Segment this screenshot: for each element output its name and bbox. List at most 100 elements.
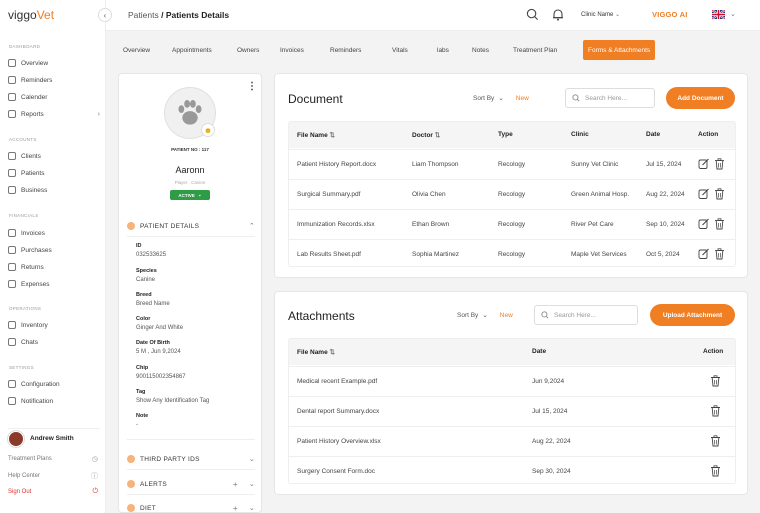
delete-icon[interactable] <box>714 248 725 260</box>
field-label: ID <box>136 243 142 249</box>
sidebar-item-calender[interactable]: Calender <box>8 91 100 103</box>
tab-forms-attachments[interactable]: Forms & Attachments <box>583 40 656 60</box>
sidebar-item-notification[interactable]: Notification <box>8 395 100 407</box>
chevron-down-icon: ⌄ <box>197 192 202 197</box>
file-name-cell[interactable]: Dental report Summary.docx <box>297 408 379 415</box>
sidebar-item-returns[interactable]: Returns <box>8 261 100 273</box>
edit-icon[interactable] <box>698 158 709 170</box>
status-badge[interactable]: ACTIVE ⌄ <box>170 190 210 200</box>
column-header-file-name[interactable]: File Name ⇅ <box>297 131 335 139</box>
field-label: Date Of Birth <box>136 340 170 346</box>
sort-by-dropdown[interactable]: Sort By ⌄ New <box>473 94 529 103</box>
date-cell: Aug 22, 2024 <box>646 191 685 198</box>
delete-icon[interactable] <box>710 465 721 477</box>
sidebar-item-configuration[interactable]: Configuration <box>8 378 100 390</box>
field-value: 900115002354867 <box>136 374 186 380</box>
diet-header[interactable]: DIET + ⌄ <box>127 500 255 513</box>
nav-section-settings: Settings <box>9 365 34 370</box>
document-search-input[interactable]: Search Here... <box>565 88 655 108</box>
sidebar-item-inventory[interactable]: Inventory <box>8 319 100 331</box>
sort-by-dropdown[interactable]: Sort By ⌄ New <box>457 311 513 320</box>
delete-icon[interactable] <box>714 188 725 200</box>
diet-icon <box>127 504 135 512</box>
sidebar-item-reports[interactable]: Reports › <box>8 108 100 120</box>
delete-icon[interactable] <box>714 158 725 170</box>
help-center-link[interactable]: Help Center ⓘ <box>8 470 98 482</box>
delete-icon[interactable] <box>710 405 721 417</box>
attachment-search-input[interactable]: Search Here... <box>534 305 638 325</box>
column-header-file-name[interactable]: File Name ⇅ <box>297 348 335 356</box>
uk-flag-icon[interactable] <box>712 10 725 19</box>
sidebar-item-clients[interactable]: Clients <box>8 150 100 162</box>
tab-appointments[interactable]: Appointments <box>172 40 212 60</box>
sidebar-item-business[interactable]: Business <box>8 184 100 196</box>
chevron-down-icon: ⌄ <box>498 95 504 102</box>
patient-details-header[interactable]: PATIENT DETAILS ⌃ <box>127 218 255 234</box>
file-name-cell[interactable]: Surgical Summary.pdf <box>297 191 360 198</box>
edit-icon[interactable] <box>698 188 709 200</box>
file-name-cell[interactable]: Medical recent Example.pdf <box>297 378 377 385</box>
viggo-ai-button[interactable]: VIGGO AI <box>652 10 688 19</box>
date-cell: Jul 15, 2024 <box>532 408 568 415</box>
tab-vitals[interactable]: Vitals <box>392 40 408 60</box>
sidebar-item-overview[interactable]: Overview <box>8 57 100 69</box>
tab-invoices[interactable]: Invoices <box>280 40 304 60</box>
sidebar-item-patients[interactable]: Patients <box>8 167 100 179</box>
language-chevron-icon[interactable]: ⌄ <box>730 10 736 18</box>
sidebar-item-expenses[interactable]: Expenses <box>8 278 100 290</box>
edit-icon[interactable] <box>698 248 709 260</box>
mood-icon[interactable]: ☻ <box>201 123 215 137</box>
file-name-cell[interactable]: Immunization Records.xlsx <box>297 221 375 228</box>
tab-owners[interactable]: Owners <box>237 40 259 60</box>
sidebar-item-reminders[interactable]: Reminders <box>8 74 100 86</box>
date-cell: Jun 9,2024 <box>532 378 565 385</box>
sidebar-item-purchases[interactable]: Purchases <box>8 244 100 256</box>
add-icon[interactable]: + <box>233 504 238 513</box>
alerts-header[interactable]: ALERTS + ⌄ <box>127 476 255 492</box>
breadcrumb-parent[interactable]: Patients <box>128 10 159 20</box>
bell-icon[interactable] <box>552 8 564 21</box>
sidebar-item-invoices[interactable]: Invoices <box>8 227 100 239</box>
app-logo[interactable]: viggoVet <box>8 8 54 22</box>
column-header-doctor[interactable]: Doctor ⇅ <box>412 131 440 139</box>
tab-reminders[interactable]: Reminders <box>330 40 361 60</box>
file-name-cell[interactable]: Patient History Overview.xlsx <box>297 438 381 445</box>
field-value: Canine <box>136 277 156 283</box>
tab-overview[interactable]: Overview <box>123 40 150 60</box>
add-icon[interactable]: + <box>233 480 238 489</box>
delete-icon[interactable] <box>714 218 725 230</box>
paw-icon <box>127 222 135 230</box>
table-row: Surgical Summary.pdf Olivia Chen Recolog… <box>289 179 735 209</box>
patient-species: Player , Canine <box>174 180 206 185</box>
type-cell: Recology <box>498 251 526 258</box>
file-name-cell[interactable]: Surgery Consent Form.doc <box>297 468 375 475</box>
nav-section-dashboard: Dashboard <box>9 44 41 49</box>
file-name-cell[interactable]: Lab Results Sheet.pdf <box>297 251 361 258</box>
search-icon[interactable] <box>526 8 539 21</box>
tab-treatment-plan[interactable]: Treatment Plan <box>513 40 557 60</box>
date-cell: Jul 15, 2024 <box>646 161 682 168</box>
user-profile[interactable]: Andrew Smith <box>8 428 100 447</box>
tab-notes[interactable]: Notes <box>472 40 489 60</box>
delete-icon[interactable] <box>710 435 721 447</box>
attachments-panel: Attachments Sort By ⌄ New Search Here... U… <box>274 291 748 495</box>
type-cell: Recology <box>498 161 526 168</box>
add-document-button[interactable]: Add Document <box>666 87 735 109</box>
clinic-selector[interactable]: Clinic Name ⌄ <box>581 11 620 18</box>
upload-attachment-button[interactable]: Upload Attachment <box>650 304 735 326</box>
sidebar: viggoVet Dashboard Overview Reminders Ca… <box>0 0 106 513</box>
history-icon: ◷ <box>91 456 98 463</box>
sign-out-link[interactable]: Sign Out ⏻ <box>8 486 98 498</box>
collapse-sidebar-button[interactable]: ‹ <box>98 8 112 22</box>
file-name-cell[interactable]: Patient History Report.docx <box>297 161 376 168</box>
edit-icon[interactable] <box>698 218 709 230</box>
table-row: Surgery Consent Form.doc Sep 30, 2024 <box>289 456 735 483</box>
tab-labs[interactable]: labs <box>437 40 449 60</box>
sidebar-item-chats[interactable]: Chats <box>8 336 100 348</box>
delete-icon[interactable] <box>710 375 721 387</box>
third-party-ids-header[interactable]: THIRD PARTY IDS ⌄ <box>127 451 255 467</box>
column-header-date: Date <box>532 348 547 355</box>
treatment-plans-link[interactable]: Treatment Plans ◷ <box>8 453 98 465</box>
field-value: Ginger And White <box>136 325 184 331</box>
more-options-icon[interactable]: ⋮ <box>247 81 257 92</box>
